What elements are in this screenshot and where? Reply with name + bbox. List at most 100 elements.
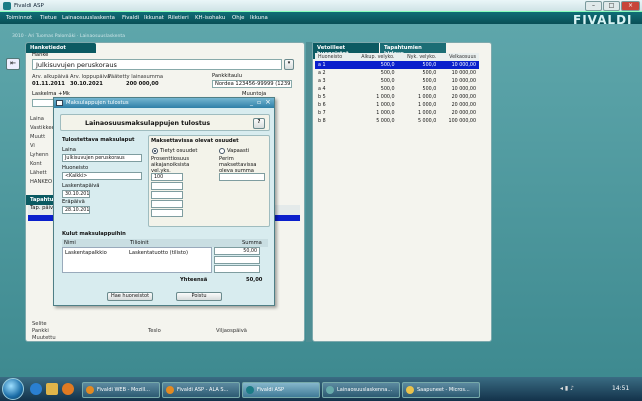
prosentti-input[interactable] [151, 200, 183, 208]
menu-ohje[interactable]: Ohje [232, 15, 244, 21]
table-row[interactable]: b 5 1 000,0 1 000,0 20 000,00 [315, 93, 479, 101]
folder-quicklaunch-icon[interactable] [46, 383, 58, 395]
table-row[interactable]: a 1 500,0 500,0 10 000,00 [315, 61, 479, 69]
ie-quicklaunch-icon[interactable] [30, 383, 42, 395]
cell: 1 000,0 [376, 102, 395, 108]
maksettavissa-section: Maksettavissa olevat osuudet Tietyt osuu… [148, 135, 270, 227]
radio-vapaasti-label: Vapaasti [227, 148, 250, 154]
footer-teslo: Teslo [148, 328, 161, 334]
taskbar-item-fivaldi-asp-ala[interactable]: Fivaldi ASP - ALA S... [162, 382, 240, 398]
table-row[interactable]: b 8 5 000,0 5 000,0 100 000,00 [315, 117, 479, 125]
dialog-minimize-icon[interactable]: _ [250, 99, 253, 106]
kulut-col-tilioinit: Tilioinit [130, 240, 149, 246]
cell: 1 000,0 [417, 102, 437, 108]
table-row[interactable]: b 7 1 000,0 1 000,0 20 000,00 [315, 109, 479, 117]
cell: 100 000,00 [448, 118, 476, 124]
firefox-icon [86, 386, 94, 394]
kulut-header: Nimi Tilioinit Summa [62, 239, 268, 247]
menu-lainaosuuslaskenta[interactable]: Lainaosuuslaskenta [62, 15, 115, 21]
menu-kh-isohaku[interactable]: KH-isohaku [195, 15, 225, 21]
help-button[interactable]: ? [253, 118, 265, 129]
clock: 14:51 [612, 385, 630, 392]
minimize-button[interactable]: – [585, 1, 602, 11]
cell: 1 000,0 [417, 94, 437, 100]
menu-riletieri[interactable]: Riletieri [168, 15, 189, 21]
menu-ikkuna[interactable]: Ikkuna [250, 15, 268, 21]
kulut-table[interactable]: Laskentapalkkio Laskentatuotto (tilisto) [62, 247, 212, 273]
tray-icons[interactable]: ◂ ▮ ♪ [560, 385, 574, 392]
perim-input[interactable] [219, 173, 265, 181]
taskbar-label: Fivaldi ASP - ALA S... [177, 387, 229, 393]
taskbar-label: Saapuneet - Micros... [417, 387, 470, 393]
firefox-quicklaunch-icon[interactable] [62, 383, 74, 395]
prosentti-input[interactable]: 100 [151, 173, 183, 181]
tulostettava-section: Tulostettava maksulaput Laina Julkisuvuj… [60, 135, 144, 223]
menu-toiminnot[interactable]: Toiminnot [6, 15, 32, 21]
footer-labels: Selite Pankki Muutettu [32, 321, 56, 342]
taskbar-item-lainaosuuslaskenta[interactable]: Lainaosuuslaskenna... [322, 382, 400, 398]
col-loppupaiva: Arv. loppupäivä [70, 74, 111, 80]
menu-ikkunat[interactable]: Ikkunat [144, 15, 164, 21]
prosentti-input[interactable] [151, 191, 183, 199]
kulut-summa-input[interactable]: 50,00 [214, 247, 260, 255]
start-button[interactable] [2, 378, 24, 400]
huoneistot-panel: Vetoilleet huoneistot Tapahtumien kirjau… [312, 42, 492, 342]
alkupaiva-value: 01.11.2011 [32, 81, 65, 87]
cell: b 6 [318, 102, 326, 108]
hae-huoneistot-button[interactable]: Hae huoneistot [107, 292, 153, 301]
table-row[interactable]: a 3 500,0 500,0 10 000,00 [315, 77, 479, 85]
taskbar-item-fivaldi-web[interactable]: Fivaldi WEB - Mozill... [82, 382, 160, 398]
project-select[interactable]: Julkisuvujen peruskoraus [32, 59, 282, 70]
taskbar-item-fivaldi-asp[interactable]: Fivaldi ASP [242, 382, 320, 398]
huoneisto-table: Huoneisto Alkup. velyko. Nyk. velyko. Ve… [315, 53, 479, 125]
cell: 10 000,00 [451, 70, 476, 76]
kulut-heading: Kulut maksulappuihin [62, 231, 126, 237]
maksulappujen-dialog: Maksulappujen tulostus _ ▫ × Lainaosuusm… [53, 97, 275, 306]
cell: a 1 [315, 61, 351, 69]
cell: 500,0 [380, 78, 395, 84]
erapaiva-input[interactable]: 28.10.2011 [62, 206, 90, 214]
dialog-close-icon[interactable]: × [265, 98, 271, 106]
laina-select[interactable]: Julkisuvujen peruskoraus [62, 154, 142, 162]
prosentti-input[interactable] [151, 209, 183, 217]
radio-tietyt-label: Tietyt osuudet [160, 148, 198, 154]
dialog-maximize-icon[interactable]: ▫ [257, 99, 261, 106]
window-icon [326, 386, 334, 394]
pankki-select[interactable]: Nordea 123456-99999 (1239... [212, 80, 292, 88]
col-nyk: Nyk. velyko. [397, 53, 440, 61]
table-row[interactable]: a 4 500,0 500,0 10 000,00 [315, 85, 479, 93]
menu-tietue[interactable]: Tietue [40, 15, 57, 21]
cell: 20 000,00 [451, 110, 476, 116]
window-titlebar: Fivaldi ASP – □ × [0, 0, 642, 12]
close-button[interactable]: × [621, 1, 640, 11]
cell: 500,0 [380, 86, 395, 92]
taskbar-item-saapuneet[interactable]: Saapuneet - Micros... [402, 382, 480, 398]
project-dropdown-icon[interactable]: ▾ [284, 59, 294, 70]
table-row[interactable]: b 6 1 000,0 1 000,0 20 000,00 [315, 101, 479, 109]
menu-fivaldi[interactable]: Fivaldi [122, 15, 139, 21]
radio-tietyt[interactable] [152, 148, 158, 154]
prosentti-input[interactable] [151, 182, 183, 190]
huoneisto-select[interactable]: <Kaikki> [62, 172, 142, 180]
footer-pankki: Pankki [32, 328, 49, 334]
radio-vapaasti[interactable] [219, 148, 225, 154]
cell: 5 000,0 [417, 118, 437, 124]
col-alkup: Alkup. velyko. [350, 53, 398, 61]
maximize-button[interactable]: □ [603, 1, 620, 11]
cell: 5 000,0 [376, 118, 395, 124]
maksettavissa-heading: Maksettavissa olevat osuudet [151, 138, 239, 144]
cell: a 4 [318, 86, 326, 92]
kulut-col-nimi: Nimi [64, 240, 76, 246]
table-row[interactable]: a 2 500,0 500,0 10 000,00 [315, 69, 479, 77]
poistu-button[interactable]: Poistu [176, 292, 222, 301]
perim-label: Perim maksettavissa oleva summa [219, 156, 257, 174]
taskbar-label: Lainaosuuslaskenna... [337, 387, 393, 393]
side-toggle-icon[interactable]: ⇤ [6, 58, 20, 70]
kulut-nimi: Laskentapalkkio [65, 250, 107, 256]
erapaiva-label: Eräpäivä [62, 199, 85, 205]
kulut-summa-input[interactable] [214, 265, 260, 273]
kulut-col-summa: Summa [242, 240, 262, 246]
laskentapaiva-input[interactable]: 30.10.2011 [62, 190, 90, 198]
cell: b 5 [318, 94, 326, 100]
kulut-summa-input[interactable] [214, 256, 260, 264]
